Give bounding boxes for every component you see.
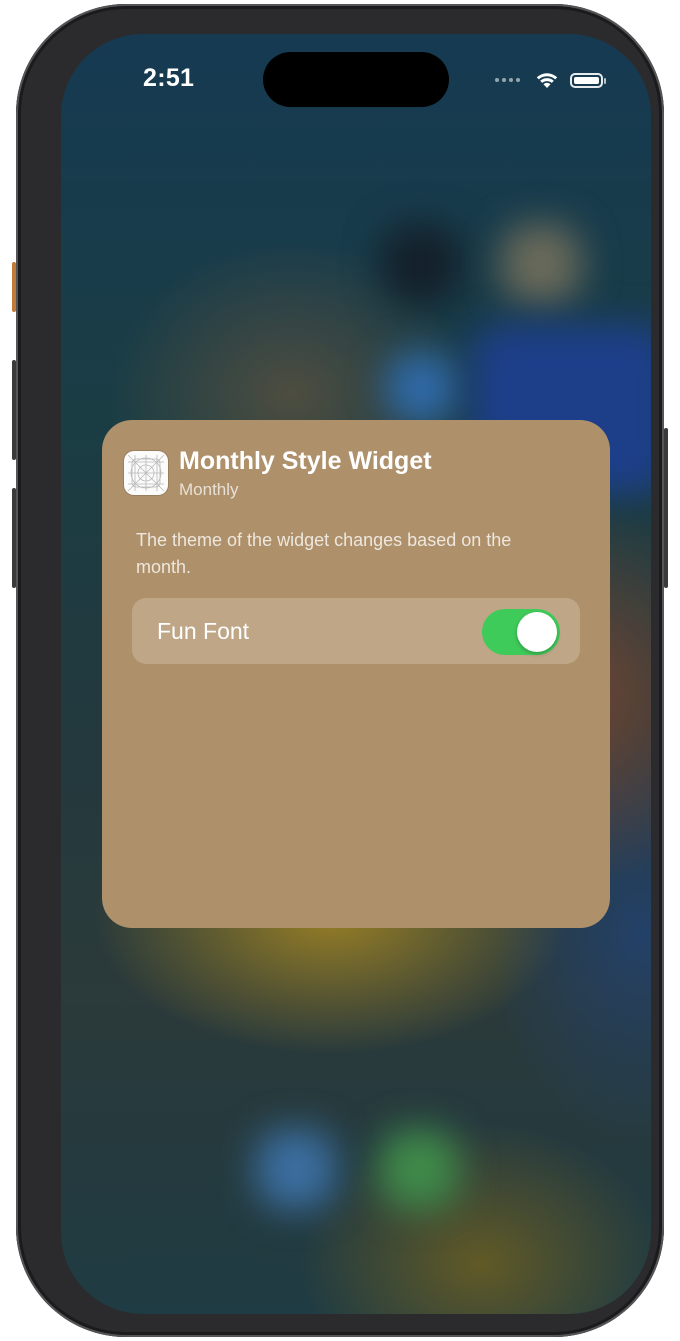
blurred-dock-icon bbox=[256, 1129, 336, 1209]
power-button bbox=[664, 428, 668, 588]
blurred-dock-icon bbox=[379, 1129, 459, 1209]
wifi-icon bbox=[536, 73, 558, 88]
volume-down-button bbox=[12, 488, 16, 588]
screen: 2:51 Monthly Style Widget Monthly The th… bbox=[61, 34, 651, 1314]
widget-subtitle: Monthly bbox=[179, 480, 239, 499]
setting-row-fun-font: Fun Font bbox=[132, 598, 580, 664]
signal-dots-icon bbox=[495, 78, 520, 82]
dynamic-island bbox=[263, 52, 449, 107]
setting-label: Fun Font bbox=[157, 618, 250, 644]
volume-up-button bbox=[12, 360, 16, 460]
battery-icon bbox=[570, 72, 606, 88]
widget-config-card: Monthly Style Widget Monthly The theme o… bbox=[102, 420, 610, 928]
toggle-knob bbox=[517, 612, 557, 652]
app-grid-icon bbox=[124, 451, 168, 495]
blurred-app-icon bbox=[501, 224, 581, 304]
status-icons bbox=[495, 70, 606, 90]
widget-description: The theme of the widget changes based on… bbox=[136, 530, 512, 577]
widget-title: Monthly Style Widget bbox=[179, 447, 432, 475]
fun-font-toggle[interactable] bbox=[482, 609, 560, 655]
blurred-app-icon bbox=[386, 352, 458, 424]
status-time: 2:51 bbox=[143, 64, 195, 92]
phone-frame: 2:51 Monthly Style Widget Monthly The th… bbox=[12, 4, 668, 1337]
action-button bbox=[12, 262, 16, 312]
blurred-app-icon bbox=[381, 224, 461, 304]
